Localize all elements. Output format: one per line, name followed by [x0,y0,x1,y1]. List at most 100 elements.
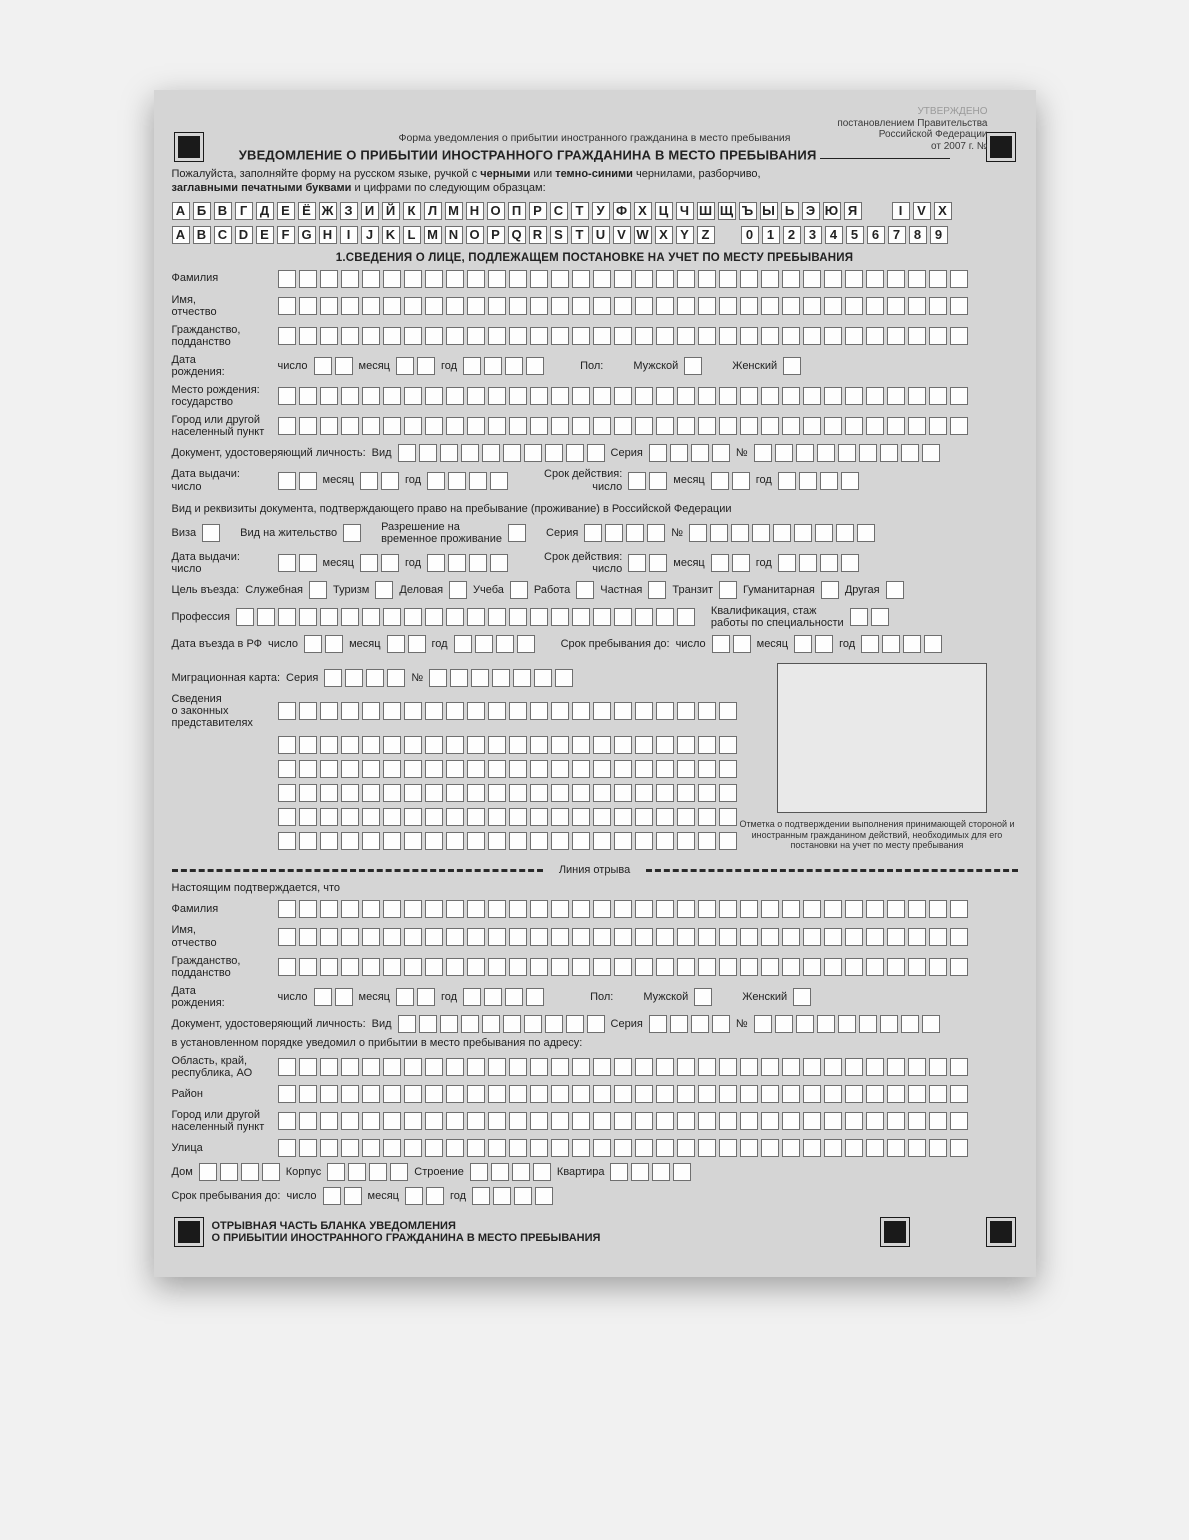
label-citizenship: Гражданство,подданство [172,324,272,348]
input-valid-day[interactable] [628,472,667,490]
input-stay-issue-month[interactable] [360,554,399,572]
input-valid-month[interactable] [711,472,750,490]
input-entry-month[interactable] [387,635,426,653]
input-migcard-series[interactable] [324,669,405,687]
input-until-year[interactable] [861,635,942,653]
input-issue-year[interactable] [427,472,508,490]
input-profession[interactable] [236,608,695,626]
tearoff-title-l1: ОТРЫВНАЯ ЧАСТЬ БЛАНКА УВЕДОМЛЕНИЯ [212,1220,601,1232]
checkbox2-female[interactable] [793,988,811,1006]
input2-dob-year[interactable] [463,988,544,1006]
checkbox-male[interactable] [684,357,702,375]
input-name[interactable] [278,297,968,315]
input2-name[interactable] [278,928,968,946]
input-surname[interactable] [278,270,968,288]
input-entry-year[interactable] [454,635,535,653]
checkbox-visa[interactable] [202,524,220,542]
input2-id-kind[interactable] [398,1015,605,1033]
input-qualification-years[interactable] [850,608,889,626]
label-surname: Фамилия [172,272,272,284]
alignment-mark-top-right [990,136,1012,158]
input2-id-number[interactable] [754,1015,940,1033]
input-id-series[interactable] [649,444,730,462]
checkbox2-male[interactable] [694,988,712,1006]
input-dob-day[interactable] [314,357,353,375]
alignment-mark-bot-right [990,1221,1012,1243]
tearoff-title-l2: О ПРИБЫТИИ ИНОСТРАННОГО ГРАЖДАНИНА В МЕС… [212,1232,601,1244]
input-until-day[interactable] [712,635,751,653]
purpose-humanitarian[interactable] [821,581,839,599]
input-building[interactable] [470,1163,551,1181]
input2-until-month[interactable] [405,1187,444,1205]
decree-reference: УТВЕРЖДЕНО постановлением Правительства … [837,106,987,152]
checkbox-temp-residence[interactable] [508,524,526,542]
alignment-mark-bot-mid [884,1221,906,1243]
input-stay-valid-year[interactable] [778,554,859,572]
input-id-number[interactable] [754,444,940,462]
input2-id-series[interactable] [649,1015,730,1033]
input-reps-6[interactable] [278,832,737,850]
input-birth-city[interactable] [278,417,968,435]
input-stay-valid-day[interactable] [628,554,667,572]
input2-surname[interactable] [278,900,968,918]
input-reps-2[interactable] [278,736,737,754]
purpose-official[interactable] [309,581,327,599]
label-name-patronymic: Имя,отчество [172,294,272,318]
input-city[interactable] [278,1112,968,1130]
input-stay-issue-year[interactable] [427,554,508,572]
input-street[interactable] [278,1139,968,1157]
input-until-month[interactable] [794,635,833,653]
stamp-caption: Отметка о подтверждении выполнения прини… [737,819,1018,850]
input-reps-5[interactable] [278,808,737,826]
input-stay-series[interactable] [584,524,665,542]
purpose-work[interactable] [576,581,594,599]
input-id-kind[interactable] [398,444,605,462]
sample-cyrillic: АБВГДЕЁЖЗИЙКЛМНОПРСТУФХЦЧШЩЪЫЬЭЮЯ IVX [172,202,1018,220]
confirms-that: Настоящим подтверждается, что [172,882,1018,894]
input-migcard-number[interactable] [429,669,573,687]
input-dob-month[interactable] [396,357,435,375]
input-entry-day[interactable] [304,635,343,653]
purpose-private[interactable] [648,581,666,599]
notified-at-address: в установленном порядке уведомил о прибы… [172,1037,1018,1049]
tear-line: Линия отрыва [172,864,1018,876]
input-stay-valid-month[interactable] [711,554,750,572]
label-birth-country: Место рождения:государство [172,384,272,408]
input2-citizenship[interactable] [278,958,968,976]
purpose-business[interactable] [449,581,467,599]
input-stay-number[interactable] [689,524,875,542]
input-flat[interactable] [610,1163,691,1181]
input-reps-3[interactable] [278,760,737,778]
input2-dob-month[interactable] [396,988,435,1006]
purpose-study[interactable] [510,581,528,599]
input-issue-day[interactable] [278,472,317,490]
label-birth-city: Город или другойнаселенный пункт [172,414,272,438]
input2-until-day[interactable] [323,1187,362,1205]
alignment-mark-top-left [178,136,200,158]
input-reps-1[interactable] [278,702,737,720]
visit-purpose-row: Цель въезда: Служебная Туризм Деловая Уч… [172,581,1018,599]
input-issue-month[interactable] [360,472,399,490]
input-reps-4[interactable] [278,784,737,802]
alignment-mark-bot-left [178,1221,200,1243]
input-birth-country[interactable] [278,387,968,405]
checkbox-residence[interactable] [343,524,361,542]
input-stay-issue-day[interactable] [278,554,317,572]
instructions: Пожалуйста, заполняйте форму на русском … [172,168,1018,196]
purpose-other[interactable] [886,581,904,599]
input-dob-year[interactable] [463,357,544,375]
input-house[interactable] [199,1163,280,1181]
purpose-transit[interactable] [719,581,737,599]
input2-dob-day[interactable] [314,988,353,1006]
input-region[interactable] [278,1058,968,1076]
section1-heading: 1.СВЕДЕНИЯ О ЛИЦЕ, ПОДЛЕЖАЩЕМ ПОСТАНОВКЕ… [172,252,1018,264]
input2-until-year[interactable] [472,1187,553,1205]
checkbox-female[interactable] [783,357,801,375]
purpose-tourism[interactable] [375,581,393,599]
input-valid-year[interactable] [778,472,859,490]
input-citizenship[interactable] [278,327,968,345]
input-block[interactable] [327,1163,408,1181]
stamp-area [777,663,987,813]
label-dob: Датарождения: [172,354,272,378]
input-district[interactable] [278,1085,968,1103]
